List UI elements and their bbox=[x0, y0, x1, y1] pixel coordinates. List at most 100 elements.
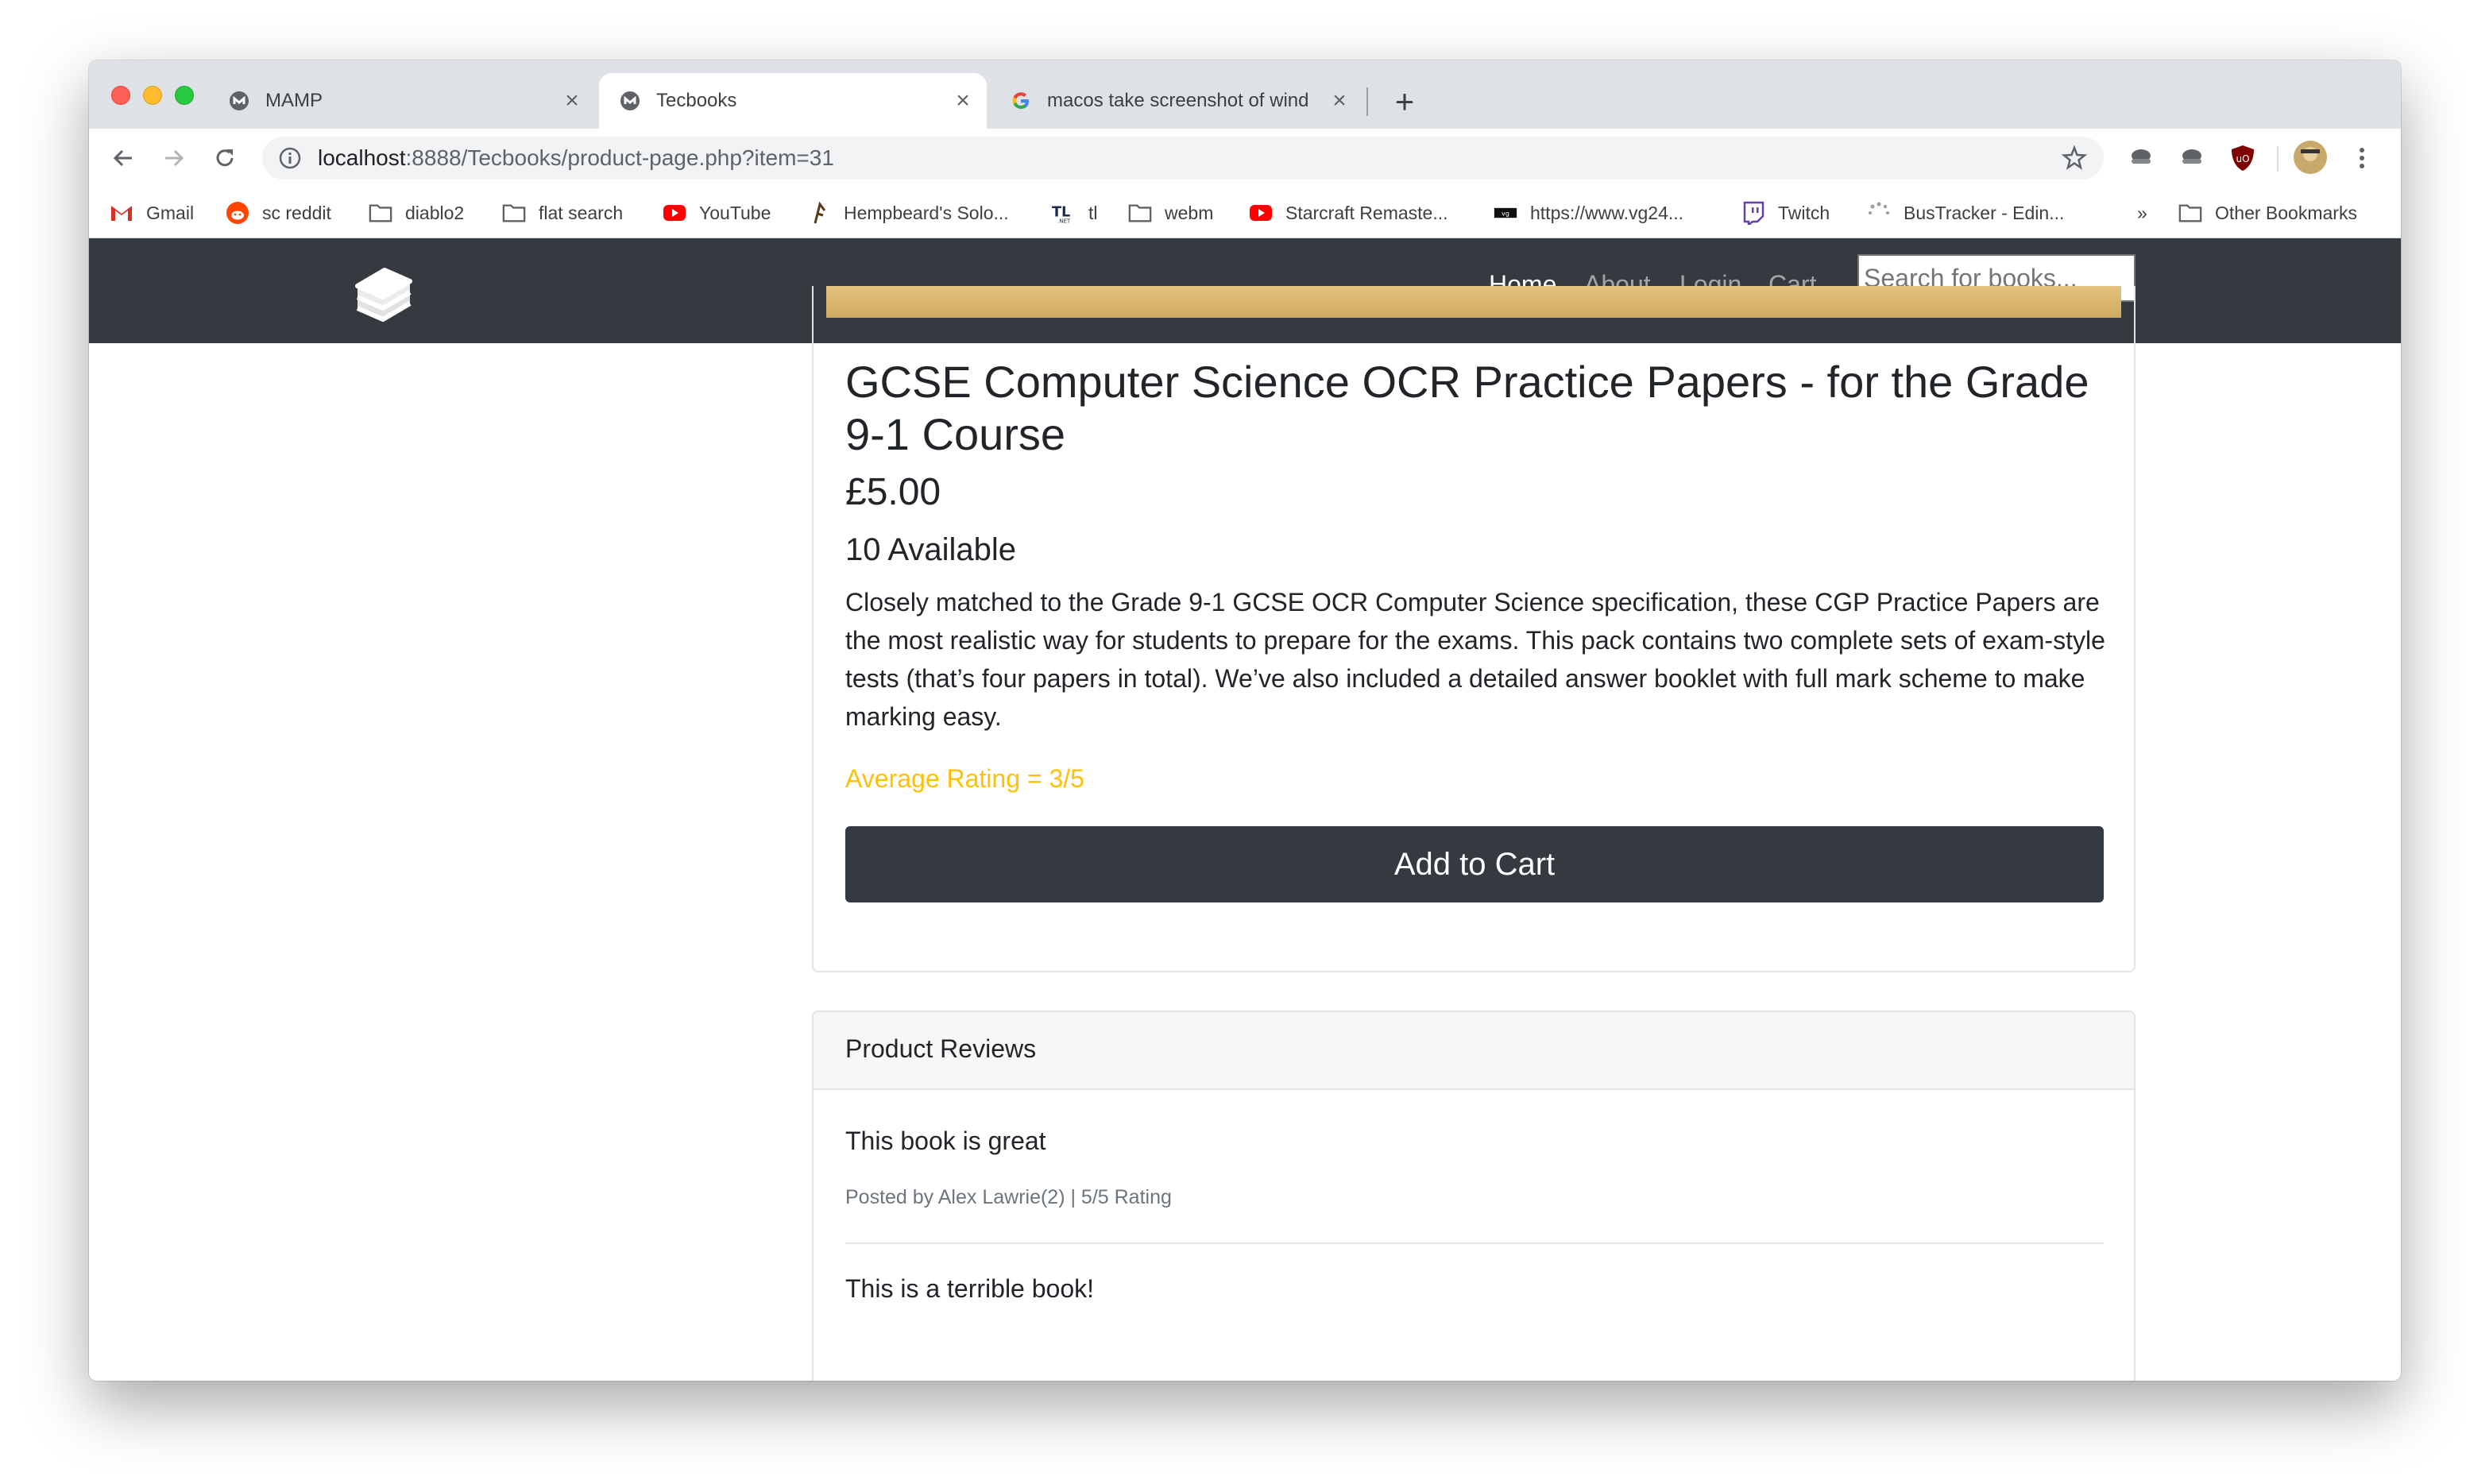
bookmark-starcraft[interactable]: Starcraft Remaste... bbox=[1249, 197, 1448, 229]
info-icon bbox=[279, 147, 301, 169]
bookmark-label: BusTracker - Edin... bbox=[1904, 202, 2065, 223]
arrow-right-icon bbox=[165, 149, 184, 167]
folder-icon bbox=[502, 201, 526, 225]
tab-title: macos take screenshot of wind bbox=[1047, 90, 1309, 111]
review-text: This book is great bbox=[845, 1127, 1046, 1155]
product-description: Closely matched to the Grade 9-1 GCSE OC… bbox=[845, 588, 2105, 731]
youtube-icon bbox=[1249, 201, 1273, 225]
new-tab-button[interactable]: + bbox=[1386, 83, 1424, 121]
close-window-button[interactable] bbox=[111, 86, 130, 105]
minimize-window-button[interactable] bbox=[143, 86, 162, 105]
hempbeard-icon bbox=[807, 201, 831, 225]
svg-text:vg: vg bbox=[1502, 211, 1509, 218]
address-bar[interactable]: localhost:8888/Tecbooks/product-page.php… bbox=[262, 137, 2104, 180]
bookmark-tl[interactable]: TL .NET tl bbox=[1052, 197, 1098, 229]
arrow-left-icon bbox=[113, 149, 132, 167]
review-text: This is a terrible book! bbox=[845, 1274, 1095, 1303]
bookmark-label: flat search bbox=[539, 202, 624, 223]
review-divider bbox=[845, 1242, 2104, 1244]
tl-icon: TL .NET bbox=[1052, 201, 1076, 225]
bookmark-label: Gmail bbox=[146, 202, 195, 223]
bookmark-sc-reddit[interactable]: sc reddit bbox=[226, 197, 331, 229]
bookmark-label: tl bbox=[1088, 202, 1098, 223]
reviews-header-title: Product Reviews bbox=[845, 1034, 1037, 1063]
bookmark-label: https://www.vg24... bbox=[1530, 202, 1684, 223]
close-icon[interactable]: × bbox=[556, 87, 588, 114]
tab-title: Tecbooks bbox=[656, 90, 737, 111]
extension-spy-icon[interactable] bbox=[2126, 143, 2156, 173]
bookmark-label: » bbox=[2137, 202, 2147, 223]
review-item: This book is great Posted by Alex Lawrie… bbox=[845, 1127, 2104, 1209]
menu-kebab-icon[interactable] bbox=[2347, 143, 2377, 173]
web-page: Home About Login Cart GCSE Computer Scie… bbox=[89, 238, 2401, 1381]
review-meta: Posted by Alex Lawrie(2) | 5/5 Rating bbox=[845, 1186, 1172, 1208]
bookmark-webm[interactable]: webm bbox=[1128, 197, 1213, 229]
youtube-icon bbox=[663, 201, 686, 225]
product-card: GCSE Computer Science OCR Practice Paper… bbox=[812, 286, 2136, 972]
mamp-icon bbox=[618, 89, 642, 113]
vg247-icon: vg bbox=[1494, 201, 1517, 225]
tab-title: MAMP bbox=[265, 90, 323, 111]
tab-mamp[interactable]: MAMP × bbox=[208, 73, 596, 129]
bookmark-label: webm bbox=[1165, 202, 1214, 223]
bookmark-diablo2[interactable]: diablo2 bbox=[369, 197, 464, 229]
product-availability: 10 Available bbox=[845, 532, 1016, 567]
twitch-icon bbox=[1741, 201, 1765, 225]
book-cover-image bbox=[826, 286, 2121, 318]
close-icon[interactable]: × bbox=[947, 87, 979, 114]
bookmark-vg247[interactable]: vg https://www.vg24... bbox=[1494, 197, 1683, 229]
bookmark-gmail[interactable]: Gmail bbox=[110, 197, 194, 229]
bookmark-label: Twitch bbox=[1778, 202, 1830, 223]
bookmark-label: Hempbeard's Solo... bbox=[844, 202, 1009, 223]
product-title: GCSE Computer Science OCR Practice Paper… bbox=[845, 357, 2089, 459]
books-logo-icon[interactable] bbox=[351, 262, 415, 326]
loading-icon bbox=[1867, 201, 1891, 225]
bookmark-flat-search[interactable]: flat search bbox=[502, 197, 623, 229]
bookmark-label: sc reddit bbox=[262, 202, 331, 223]
folder-icon bbox=[2178, 201, 2202, 225]
google-icon bbox=[1009, 89, 1033, 113]
folder-icon bbox=[1128, 201, 1152, 225]
url-path: :8888/Tecbooks/product-page.php?item=31 bbox=[405, 145, 834, 170]
browser-toolbar: localhost:8888/Tecbooks/product-page.php… bbox=[89, 129, 2401, 187]
bookmark-other-bookmarks[interactable]: Other Bookmarks bbox=[2178, 197, 2357, 229]
bookmark-bustracker[interactable]: BusTracker - Edin... bbox=[1867, 197, 2064, 229]
bookmarks-overflow-chevron[interactable]: » bbox=[2137, 197, 2147, 229]
mamp-icon bbox=[227, 89, 251, 113]
extension-spy-icon[interactable] bbox=[2177, 143, 2207, 173]
bookmark-twitch[interactable]: Twitch bbox=[1741, 197, 1830, 229]
zoom-window-button[interactable] bbox=[175, 86, 194, 105]
product-reviews-card: Product Reviews This book is great Poste… bbox=[812, 1011, 2136, 1381]
average-rating: Average Rating = 3/5 bbox=[845, 764, 1084, 793]
forward-button[interactable] bbox=[156, 140, 192, 176]
tab-google-search[interactable]: macos take screenshot of wind × bbox=[990, 73, 1363, 129]
reload-icon bbox=[216, 149, 234, 167]
gmail-icon bbox=[110, 201, 133, 225]
folder-icon bbox=[369, 201, 392, 225]
close-icon[interactable]: × bbox=[1324, 87, 1355, 114]
bookmark-youtube[interactable]: YouTube bbox=[663, 197, 771, 229]
browser-window: MAMP × Tecbooks × macos take screenshot … bbox=[89, 60, 2401, 1381]
bookmark-star-icon[interactable] bbox=[2061, 145, 2088, 172]
review-item: This is a terrible book! bbox=[845, 1274, 2104, 1304]
bookmark-label: YouTube bbox=[699, 202, 771, 223]
bookmarks-bar: Gmail sc reddit diablo2 flat search YouT… bbox=[89, 187, 2401, 238]
ublock-origin-icon[interactable]: uO bbox=[2228, 143, 2258, 173]
add-to-cart-button[interactable]: Add to Cart bbox=[845, 826, 2104, 902]
url-host: localhost bbox=[318, 145, 406, 170]
tab-tecbooks[interactable]: Tecbooks × bbox=[599, 73, 987, 129]
toolbar-divider bbox=[2277, 146, 2279, 172]
bookmark-label: Starcraft Remaste... bbox=[1285, 202, 1448, 223]
profile-avatar-icon[interactable] bbox=[2293, 140, 2328, 175]
bookmark-hempbeard[interactable]: Hempbeard's Solo... bbox=[807, 197, 1009, 229]
reviews-header: Product Reviews bbox=[814, 1012, 2134, 1090]
reddit-icon bbox=[226, 201, 249, 225]
back-button[interactable] bbox=[105, 140, 141, 176]
tab-separator bbox=[1366, 87, 1368, 116]
reload-button[interactable] bbox=[207, 140, 243, 176]
bookmark-label: diablo2 bbox=[405, 202, 465, 223]
product-price: £5.00 bbox=[845, 471, 941, 513]
tab-strip: MAMP × Tecbooks × macos take screenshot … bbox=[89, 60, 2401, 129]
bookmark-label: Other Bookmarks bbox=[2215, 202, 2357, 223]
svg-text:uO: uO bbox=[2236, 153, 2249, 164]
